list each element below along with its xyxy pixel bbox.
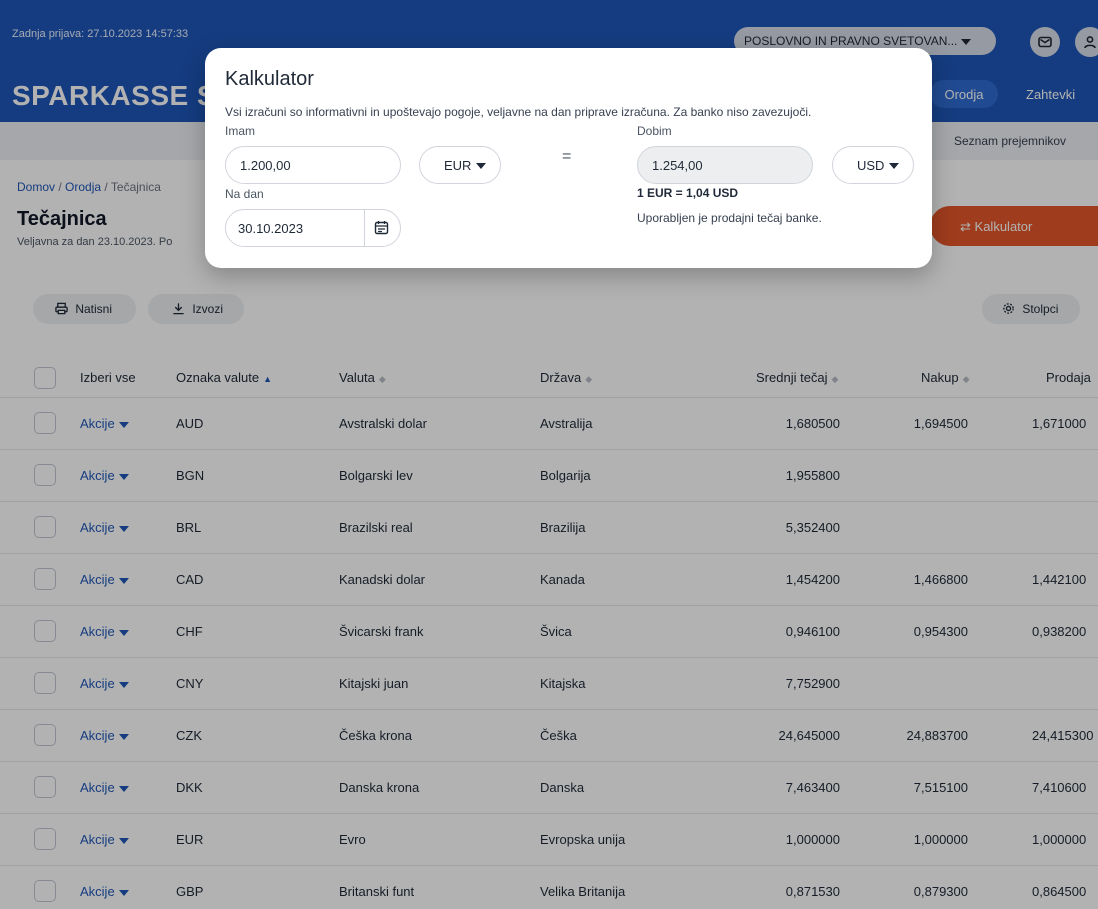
date-input[interactable]: 30.10.2023	[225, 209, 401, 247]
get-currency-value: USD	[857, 158, 885, 173]
date-value: 30.10.2023	[238, 221, 304, 236]
chevron-down-icon	[476, 163, 486, 169]
get-label: Dobim	[637, 124, 672, 138]
have-label: Imam	[225, 124, 255, 138]
modal-description: Vsi izračuni so informativni in upošteva…	[225, 105, 812, 119]
calendar-icon[interactable]	[374, 220, 389, 235]
have-amount-input[interactable]: 1.200,00	[225, 146, 401, 184]
get-currency-select[interactable]: USD	[832, 146, 914, 184]
rate-note: Uporabljen je prodajni tečaj banke.	[637, 211, 822, 225]
date-divider	[364, 210, 365, 246]
have-currency-value: EUR	[444, 158, 472, 173]
have-currency-select[interactable]: EUR	[419, 146, 501, 184]
date-label: Na dan	[225, 187, 264, 201]
get-amount-field: 1.254,00	[637, 146, 813, 184]
modal-title: Kalkulator	[225, 68, 314, 90]
exchange-rate-text: 1 EUR = 1,04 USD	[637, 186, 739, 200]
calculator-modal: Kalkulator Vsi izračuni so informativni …	[205, 48, 932, 268]
chevron-down-icon	[889, 163, 899, 169]
equals-sign: =	[562, 148, 572, 165]
